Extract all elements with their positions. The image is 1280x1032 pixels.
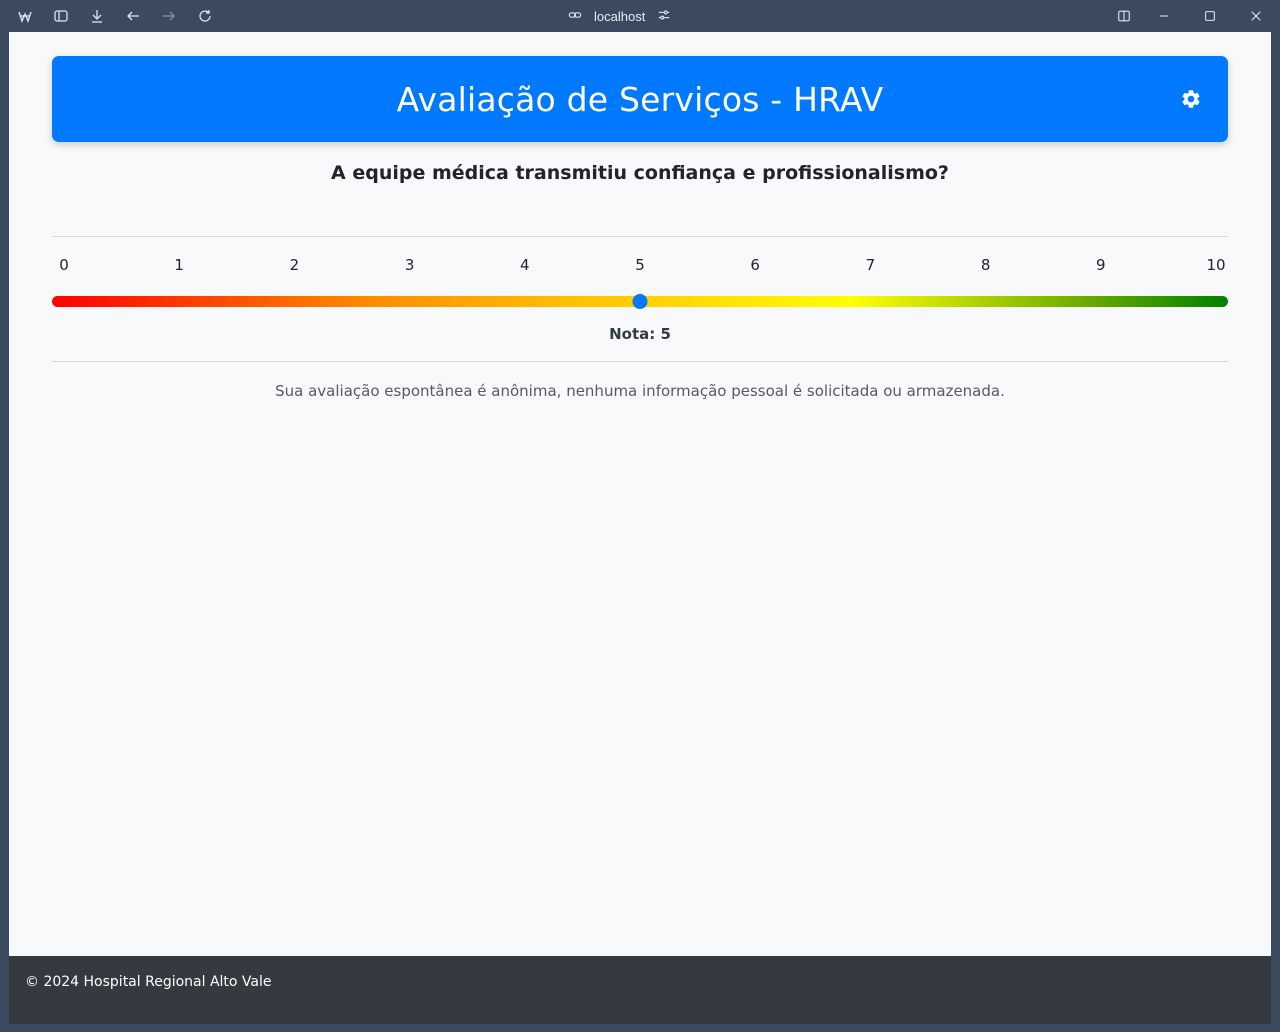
scale-label-4: 4: [520, 256, 530, 274]
scale-label-5: 5: [635, 256, 645, 274]
sidebar-toggle-icon[interactable]: [51, 6, 71, 26]
slider-thumb[interactable]: [632, 294, 648, 309]
forward-arrow-icon[interactable]: [159, 6, 179, 26]
scale-label-2: 2: [289, 256, 300, 274]
footer-copyright: © 2024 Hospital Regional Alto Vale: [25, 974, 272, 990]
minimize-icon[interactable]: [1154, 6, 1174, 26]
scale-label-10: 10: [1206, 256, 1226, 274]
scale-labels: 0 1 2 3 4 5 6 7 8 9 10: [52, 256, 1228, 276]
link-icon: [568, 8, 582, 25]
site-settings-icon[interactable]: [657, 8, 671, 25]
score-label: Nota: 5: [609, 325, 671, 343]
rating-slider[interactable]: [52, 294, 1228, 309]
scale-label-3: 3: [404, 256, 415, 274]
reload-icon[interactable]: [195, 6, 215, 26]
page-viewport: Avaliação de Serviços - HRAV A equipe mé…: [9, 32, 1271, 1024]
page-title: Avaliação de Serviços - HRAV: [396, 79, 884, 119]
scale-label-8: 8: [980, 256, 991, 274]
url-text[interactable]: localhost: [594, 9, 645, 24]
browser-toolbar: localhost: [0, 0, 1280, 32]
footer: © 2024 Hospital Regional Alto Vale: [9, 956, 1271, 1024]
browser-logo-icon[interactable]: [15, 6, 35, 26]
back-arrow-icon[interactable]: [123, 6, 143, 26]
header-banner: Avaliação de Serviços - HRAV: [52, 56, 1228, 142]
scale-label-7: 7: [865, 256, 876, 274]
scale-label-9: 9: [1096, 256, 1106, 274]
maximize-icon[interactable]: [1200, 6, 1220, 26]
download-icon[interactable]: [87, 6, 107, 26]
scale-label-0: 0: [59, 256, 69, 274]
split-view-icon[interactable]: [1114, 6, 1134, 26]
scale-label-6: 6: [750, 256, 760, 274]
divider-bottom: [52, 361, 1228, 362]
anonymity-note: Sua avaliação espontânea é anônima, nenh…: [275, 382, 1005, 400]
scale-label-1: 1: [174, 256, 184, 274]
address-bar[interactable]: localhost: [568, 6, 671, 26]
close-icon[interactable]: [1246, 6, 1266, 26]
divider-top: [52, 236, 1228, 237]
survey-question: A equipe médica transmitiu confiança e p…: [331, 162, 949, 184]
gear-icon[interactable]: [1180, 88, 1202, 110]
